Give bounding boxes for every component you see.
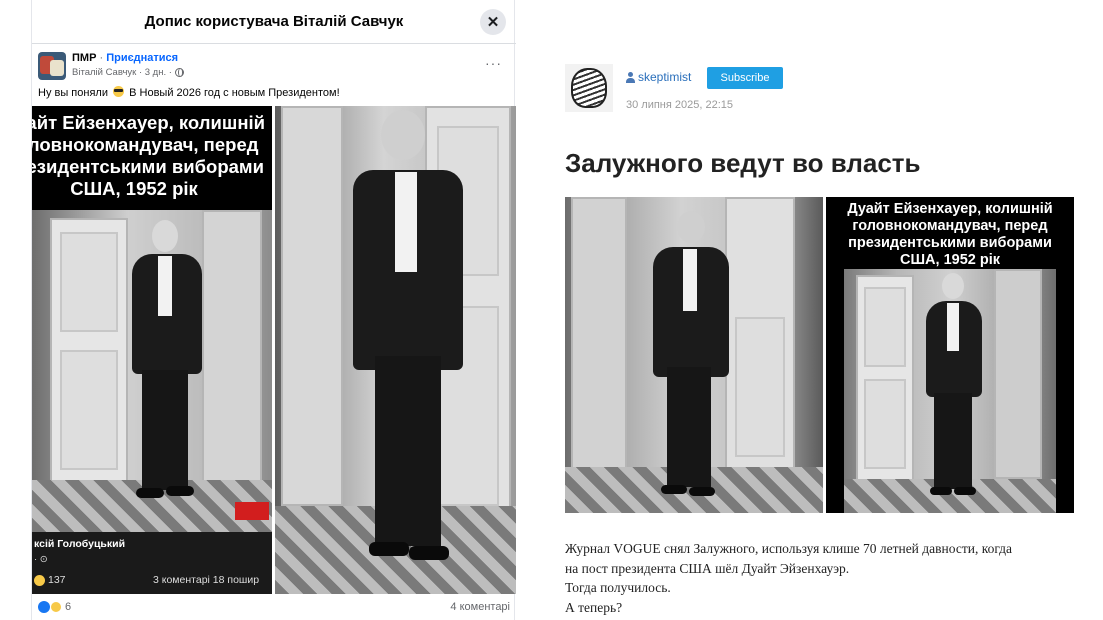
embedded-reactions: 137	[34, 574, 66, 586]
caption-line: президентськими виборами	[848, 235, 1052, 251]
post-text-part-1: Ну вы поняли	[38, 87, 108, 99]
body-line: Тогда получилось.	[565, 580, 671, 595]
subscribe-button[interactable]: Subscribe	[707, 67, 783, 89]
like-reaction-icon	[38, 601, 50, 613]
group-line: ПМР · Приєднатися	[72, 52, 178, 64]
caption-line: США, 1952 рік	[900, 252, 1000, 268]
post-text: Ну вы поняли В Новый 2026 год с новым Пр…	[38, 86, 340, 99]
username[interactable]: skeptimist	[638, 70, 691, 84]
body-line: на пост президента США шёл Дуайт Эйзенха…	[565, 560, 850, 576]
post-footer: 6 4 коментарі	[32, 594, 516, 620]
dialog-title: Допис користувача Віталій Савчук	[144, 13, 404, 30]
photo-caption: Дуайт Ейзенхауер, колишній головнокоманд…	[32, 106, 272, 210]
post-meta: Віталій Савчук · 3 дн. ·	[72, 67, 184, 78]
globe-icon	[174, 68, 184, 77]
wow-reaction-icon	[34, 574, 45, 586]
eisenhower-photo	[32, 210, 272, 532]
comments-count-link[interactable]: 4 коментарі	[450, 601, 510, 613]
blog-photo-collage[interactable]: Дуайт Ейзенхауер, колишній головнокоманд…	[565, 197, 1074, 513]
post-date: 30 липня 2025, 22:15	[626, 99, 734, 111]
eisenhower-collage: Дуайт Ейзенхауер, колишній головнокоманд…	[826, 197, 1074, 513]
reactions-count: 6	[65, 601, 72, 613]
caption-line: головнокомандувач, перед	[32, 134, 259, 155]
dialog-header: Допис користувача Віталій Савчук ✕	[32, 0, 516, 44]
haha-reaction-icon	[50, 601, 62, 613]
reactions-summary[interactable]: 6	[38, 601, 71, 613]
close-icon[interactable]: ✕	[480, 9, 506, 35]
post-title: Залужного ведут во власть	[565, 148, 921, 178]
caption-line: президентськими виборами	[32, 156, 264, 177]
caption-line: головнокомандувач, перед	[852, 218, 1048, 234]
channel-logo	[235, 502, 269, 520]
group-avatar[interactable]	[38, 52, 66, 80]
caption-line: США, 1952 рік	[70, 178, 198, 199]
user-icon	[626, 71, 635, 83]
eisenhower-photo	[844, 269, 1056, 513]
facebook-post-dialog: Допис користувача Віталій Савчук ✕ ПМР ·…	[31, 0, 516, 620]
more-options-icon[interactable]: ···	[485, 55, 502, 71]
separator: ·	[99, 52, 104, 64]
body-line: А теперь?	[565, 599, 623, 615]
caption-line: Дуайт Ейзенхауер, колишній	[847, 201, 1053, 217]
eisenhower-collage: Дуайт Ейзенхауер, колишній головнокоманд…	[32, 106, 272, 594]
user-avatar[interactable]	[565, 64, 613, 112]
embedded-reactions-count: 137	[48, 574, 66, 586]
blog-post: skeptimist Subscribe 30 липня 2025, 22:1…	[540, 0, 1103, 620]
zaluzhnyi-photo	[565, 197, 823, 513]
post-photo[interactable]: Дуайт Ейзенхауер, колишній головнокоманд…	[32, 106, 516, 594]
group-name[interactable]: ПМР	[72, 52, 96, 64]
sunglasses-emoji-icon	[113, 86, 125, 97]
body-line: Журнал VOGUE снял Залужного, используя к…	[565, 541, 1013, 556]
username-link[interactable]: skeptimist	[626, 70, 691, 84]
photo-caption: Дуайт Ейзенхауер, колишній головнокоманд…	[826, 201, 1074, 269]
join-group-button[interactable]: Приєднатися	[106, 52, 178, 64]
post-body: Журнал VOGUE снял Залужного, используя к…	[565, 539, 1085, 617]
caption-line: Дуайт Ейзенхауер, колишній	[32, 112, 266, 133]
author-line[interactable]: Віталій Савчук · 3 дн. ·	[72, 67, 172, 78]
embedded-author-name: ксій Голобуцький	[34, 538, 126, 550]
embedded-comments: 3 коментарі 18 пошир	[153, 574, 260, 586]
post-text-part-2: В Новый 2026 год с новым Президентом!	[129, 87, 340, 99]
zaluzhnyi-photo	[275, 106, 516, 594]
embedded-author-meta: · ⊙	[34, 554, 48, 565]
